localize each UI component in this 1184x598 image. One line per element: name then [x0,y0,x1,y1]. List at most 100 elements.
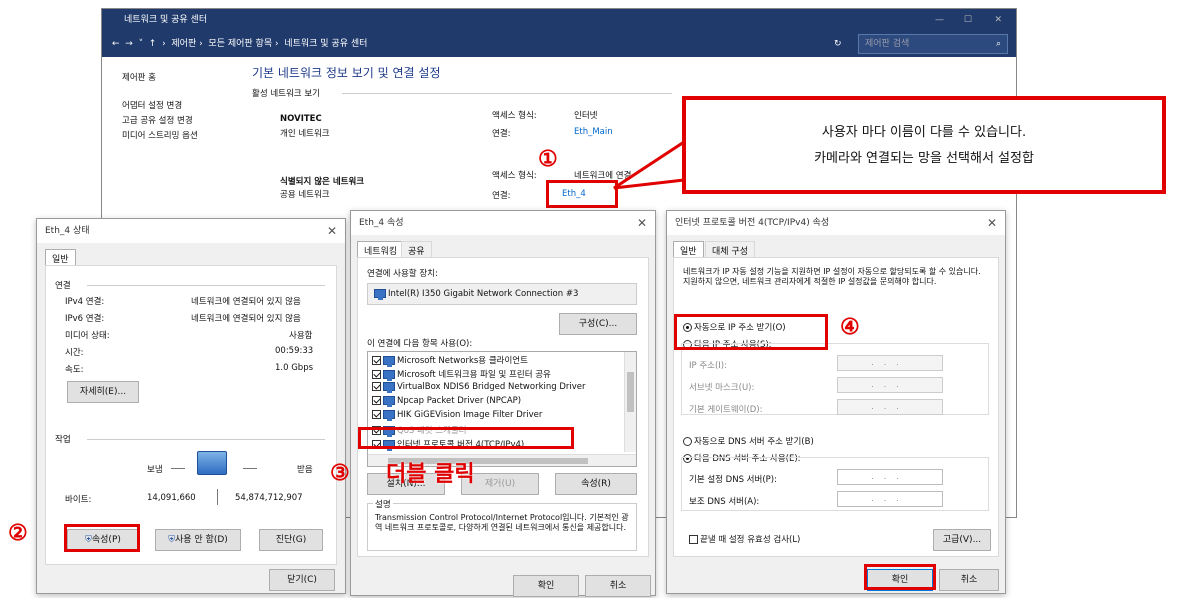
row-value: 00:59:33 [275,346,314,356]
sidebar-item-home[interactable]: 제어판 홈 [122,71,156,83]
callout-line1: 사용자 마다 이름이 다를 수 있습니다. [821,125,1027,140]
status-title: Eth_4 상태 [45,226,90,236]
close-icon[interactable]: ✕ [637,211,647,235]
gateway-label: 기본 게이트웨이(D): [689,405,763,415]
section-connection: 연결 [55,281,71,291]
breadcrumb-1[interactable]: 모든 제어판 항목 [208,39,272,49]
net1-access-label: 액세스 형식: [492,111,537,121]
up-icon[interactable]: ↑ [149,39,157,49]
chevron-down-icon[interactable]: ˅ [139,39,144,49]
disable-button[interactable]: ⛨사용 안 함(D) [155,529,241,551]
highlight-properties [64,524,140,552]
divider [342,93,672,94]
double-click-label: 더블 클릭 [386,462,475,487]
list-item[interactable]: Npcap Packet Driver (NPCAP) [372,396,521,407]
item-properties-button[interactable]: 속성(R) [555,473,637,495]
row-key: 속도: [65,365,84,375]
window-title: 네트워크 및 공유 센터 [124,15,208,25]
preferred-dns-field[interactable]: ... [837,469,943,485]
auto-dns-radio[interactable]: 자동으로 DNS 서버 주소 받기(B) [683,435,814,447]
ok-button[interactable]: 확인 [513,575,579,597]
alternate-dns-field[interactable]: ... [837,491,943,507]
advanced-button[interactable]: 고급(V)... [933,529,991,551]
list-item[interactable]: VirtualBox NDIS6 Bridged Networking Driv… [372,382,586,393]
highlight-auto-ip [674,314,828,350]
gateway-field[interactable]: ... [837,399,943,415]
net2-access-label: 액세스 형식: [492,171,537,181]
net1-conn-label: 연결: [492,129,511,139]
close-button[interactable]: 닫기(C) [269,569,335,591]
callout-box: 사용자 마다 이름이 다를 수 있습니다. 카메라와 연결되는 망을 선택해서 … [682,96,1166,194]
sidebar-item-adapter[interactable]: 어댑터 설정 변경 [122,99,182,111]
configure-button[interactable]: 구성(C)... [559,313,637,335]
breadcrumb-0[interactable]: 제어판 [171,39,196,49]
ip-address-field[interactable]: ... [837,355,943,371]
minimize-icon[interactable]: — [935,9,944,31]
divider [87,439,325,440]
close-icon[interactable]: ✕ [987,211,997,235]
active-networks-label: 활성 네트워크 보기 [252,89,320,99]
intro-text: 네트워크가 IP 자동 설정 기능을 지원하면 IP 설정이 자동으로 할당되도… [683,267,981,286]
ipv4-window: 인터넷 프로토콜 버전 4(TCP/IPv4) 속성 ✕ 일반 대체 구성 네트워… [666,210,1006,594]
props-title: Eth_4 속성 [359,218,404,228]
alternate-dns-label: 보조 DNS 서버(A): [689,497,760,507]
items-list[interactable]: Microsoft Networks용 클라이언트 Microsoft 네트워크… [367,351,637,467]
net1-type: 개인 네트워크 [280,129,330,139]
close-icon[interactable]: ✕ [327,219,337,243]
list-item[interactable]: Microsoft 네트워크용 파일 및 프린터 공유 [372,368,551,381]
highlight-ipv4-item [358,427,574,449]
net2-conn-label: 연결: [492,191,511,201]
ipv4-title: 인터넷 프로토콜 버전 4(TCP/IPv4) 속성 [675,218,830,228]
net2-type: 공용 네트워크 [280,190,330,200]
step-2-number: ② [8,520,28,546]
highlight-ok-button [864,564,936,590]
back-icon[interactable]: ← [112,39,120,49]
scrollbar[interactable] [624,352,636,452]
list-item[interactable]: HIK GiGEVision Image Filter Driver [372,410,542,421]
list-item[interactable]: Microsoft Networks용 클라이언트 [372,354,528,367]
refresh-icon[interactable]: ↻ [834,31,842,57]
row-value: 네트워크에 연결되어 있지 않음 [191,314,301,324]
net1-conn-link[interactable]: Eth_Main [574,127,613,137]
details-button[interactable]: 자세히(E)... [67,381,139,403]
activity-line [171,468,185,469]
diagnose-button[interactable]: 진단(G) [259,529,323,551]
row-value: 사용함 [289,331,313,341]
divider [87,285,325,286]
close-icon[interactable]: ✕ [994,9,1002,31]
row-key: IPv4 연결: [65,297,105,307]
cancel-button[interactable]: 취소 [939,569,999,591]
shield-icon: ⛨ [168,535,175,545]
search-icon[interactable]: ⌕ [996,35,1001,53]
section-activity: 작업 [55,435,71,445]
bytes-sent: 14,091,660 [147,493,196,503]
subnet-label: 서브넷 마스크(U): [689,383,755,393]
bytes-label: 바이트: [65,495,92,505]
breadcrumb-2[interactable]: 네트워크 및 공유 센터 [284,39,367,49]
subnet-field[interactable]: ... [837,377,943,393]
description-text: Transmission Control Protocol/Internet P… [375,513,629,532]
search-input[interactable]: 제어판 검색 ⌕ [858,34,1008,54]
description-label: 설명 [373,498,393,510]
address-bar: ← → ˅ ↑ › 제어판 › 모든 제어판 항목 › 네트워크 및 공유 센터… [102,31,1016,57]
step-3-number: ③ [330,460,350,486]
step-1-number: ① [538,146,558,172]
sidebar-item-sharing[interactable]: 고급 공유 설정 변경 [122,114,193,126]
page-heading: 기본 네트워크 정보 보기 및 연결 설정 [252,66,441,80]
bytes-received: 54,874,712,907 [235,493,303,503]
title-bar: 네트워크 및 공유 센터 — ☐ ✕ [102,9,1016,31]
properties-window: Eth_4 속성 ✕ 네트워킹 공유 연결에 사용할 장치: Intel(R) I… [350,210,656,597]
preferred-dns-label: 기본 설정 DNS 서버(P): [689,475,777,485]
maximize-icon[interactable]: ☐ [964,9,972,31]
net1-access-value: 인터넷 [574,111,598,121]
net2-name: 식별되지 않은 네트워크 [280,177,365,187]
status-panel [45,265,337,565]
connect-using-label: 연결에 사용할 장치: [367,269,438,279]
validate-checkbox[interactable]: 끝낼 때 설정 유효성 검사(L) [689,533,800,545]
forward-icon[interactable]: → [125,39,133,49]
sidebar-item-media[interactable]: 미디어 스트리밍 옵션 [122,129,198,141]
cancel-button[interactable]: 취소 [585,575,651,597]
adapter-icon [374,289,386,300]
row-value: 네트워크에 연결되어 있지 않음 [191,297,301,307]
row-key: 시간: [65,348,84,358]
